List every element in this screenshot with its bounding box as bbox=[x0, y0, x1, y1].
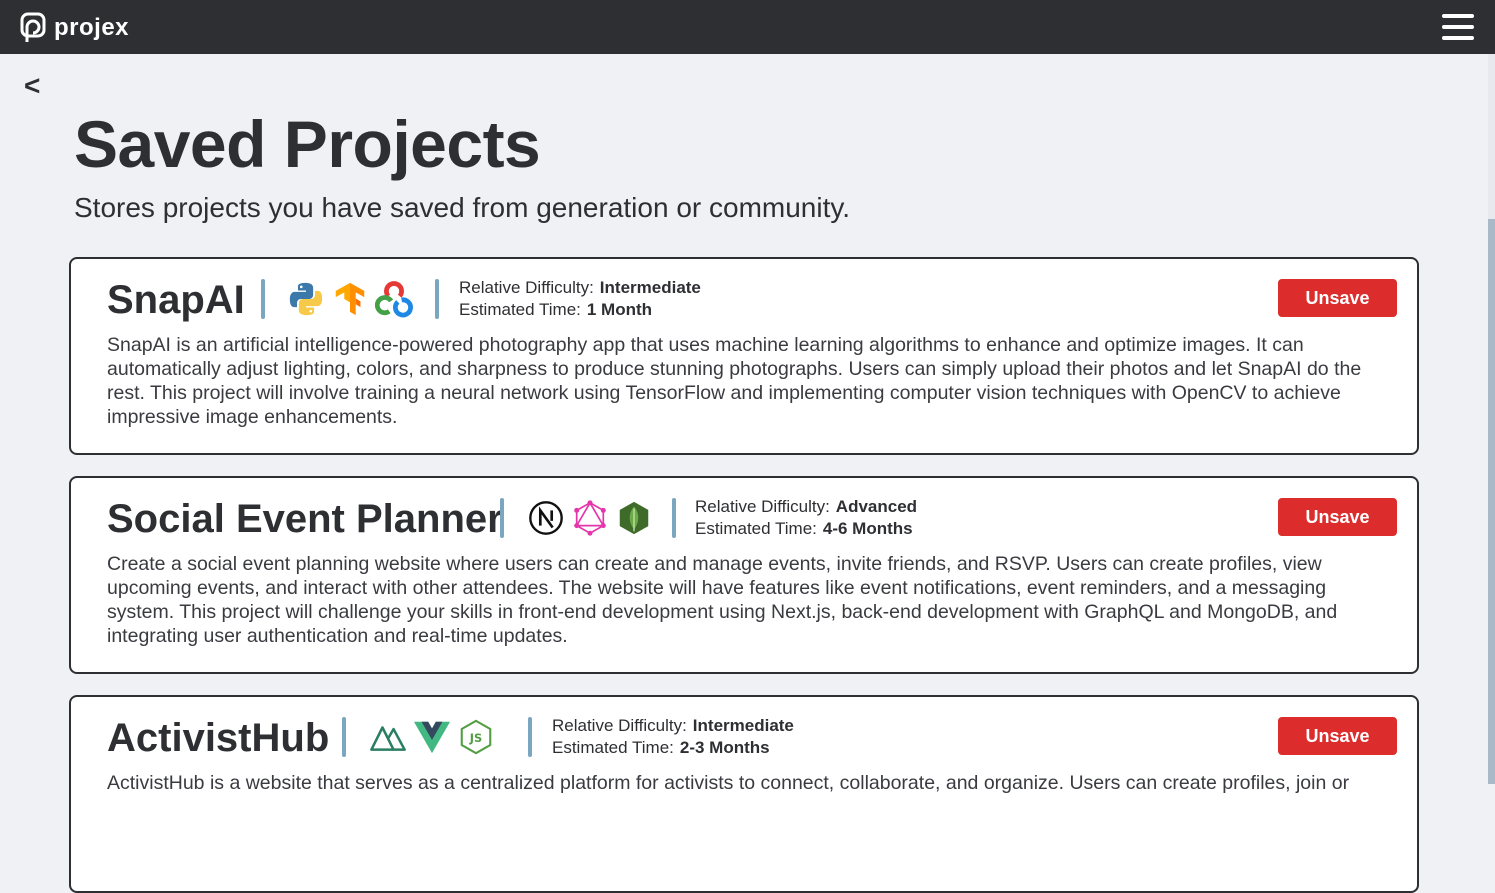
tech-separator bbox=[672, 498, 676, 538]
page-title: Saved Projects bbox=[74, 107, 541, 181]
app-logo[interactable]: projex bbox=[20, 12, 129, 44]
projex-logo-icon bbox=[20, 12, 46, 42]
difficulty-label: Relative Difficulty: bbox=[459, 278, 594, 297]
top-navbar: projex bbox=[0, 0, 1495, 54]
tech-separator bbox=[435, 279, 439, 319]
project-title: SnapAI bbox=[107, 278, 245, 322]
opencv-icon bbox=[375, 281, 413, 318]
project-meta: Relative Difficulty: Advanced Estimated T… bbox=[695, 496, 917, 540]
time-label: Estimated Time: bbox=[695, 519, 817, 538]
project-title: ActivistHub bbox=[107, 716, 330, 760]
nuxt-icon bbox=[370, 726, 406, 751]
graphql-icon bbox=[574, 500, 606, 536]
difficulty-value: Intermediate bbox=[692, 716, 794, 735]
nextjs-icon bbox=[529, 501, 563, 535]
scrollbar-thumb[interactable] bbox=[1488, 219, 1495, 784]
project-meta: Relative Difficulty: Intermediate Estimat… bbox=[552, 715, 794, 759]
project-meta: Relative Difficulty: Intermediate Estimat… bbox=[459, 277, 701, 321]
tech-stack bbox=[527, 498, 653, 538]
tech-stack bbox=[287, 279, 413, 319]
difficulty-value: Advanced bbox=[835, 497, 918, 516]
hamburger-menu-icon[interactable] bbox=[1442, 14, 1476, 42]
time-value: 2-3 Months bbox=[679, 738, 770, 757]
tensorflow-icon bbox=[335, 282, 365, 316]
difficulty-value: Intermediate bbox=[599, 278, 701, 297]
page-subtitle: Stores projects you have saved from gene… bbox=[74, 192, 851, 223]
time-label: Estimated Time: bbox=[552, 738, 674, 757]
time-label: Estimated Time: bbox=[459, 300, 581, 319]
project-description: SnapAI is an artificial intelligence-pow… bbox=[107, 334, 1362, 428]
nodejs-icon: JS bbox=[460, 719, 492, 755]
project-card: ActivistHub JS Relative Difficulty: Inter… bbox=[69, 695, 1419, 893]
time-value: 1 Month bbox=[586, 300, 653, 319]
back-button[interactable]: < bbox=[24, 70, 40, 102]
project-description: Create a social event planning website w… bbox=[107, 553, 1338, 647]
svg-text:JS: JS bbox=[469, 731, 482, 745]
difficulty-label: Relative Difficulty: bbox=[552, 716, 687, 735]
page-scrollbar[interactable] bbox=[1488, 54, 1495, 784]
project-title: Social Event Planner bbox=[107, 497, 503, 541]
unsave-button[interactable]: Unsave bbox=[1278, 279, 1397, 317]
title-separator bbox=[500, 498, 504, 538]
project-description: ActivistHub is a website that serves as … bbox=[107, 772, 1350, 794]
title-separator bbox=[261, 279, 265, 319]
app-name: projex bbox=[54, 14, 130, 41]
tech-separator bbox=[528, 717, 532, 757]
unsave-button[interactable]: Unsave bbox=[1278, 717, 1397, 755]
title-separator bbox=[342, 717, 346, 757]
vue-icon bbox=[413, 721, 451, 754]
python-icon bbox=[289, 282, 323, 316]
mongodb-icon bbox=[619, 501, 649, 535]
difficulty-label: Relative Difficulty: bbox=[695, 497, 830, 516]
project-card: SnapAI Relative Difficulty: Intermediate … bbox=[69, 257, 1419, 455]
project-card: Social Event Planner Relative Difficulty… bbox=[69, 476, 1419, 674]
tech-stack: JS bbox=[369, 717, 495, 757]
time-value: 4-6 Months bbox=[822, 519, 913, 538]
unsave-button[interactable]: Unsave bbox=[1278, 498, 1397, 536]
